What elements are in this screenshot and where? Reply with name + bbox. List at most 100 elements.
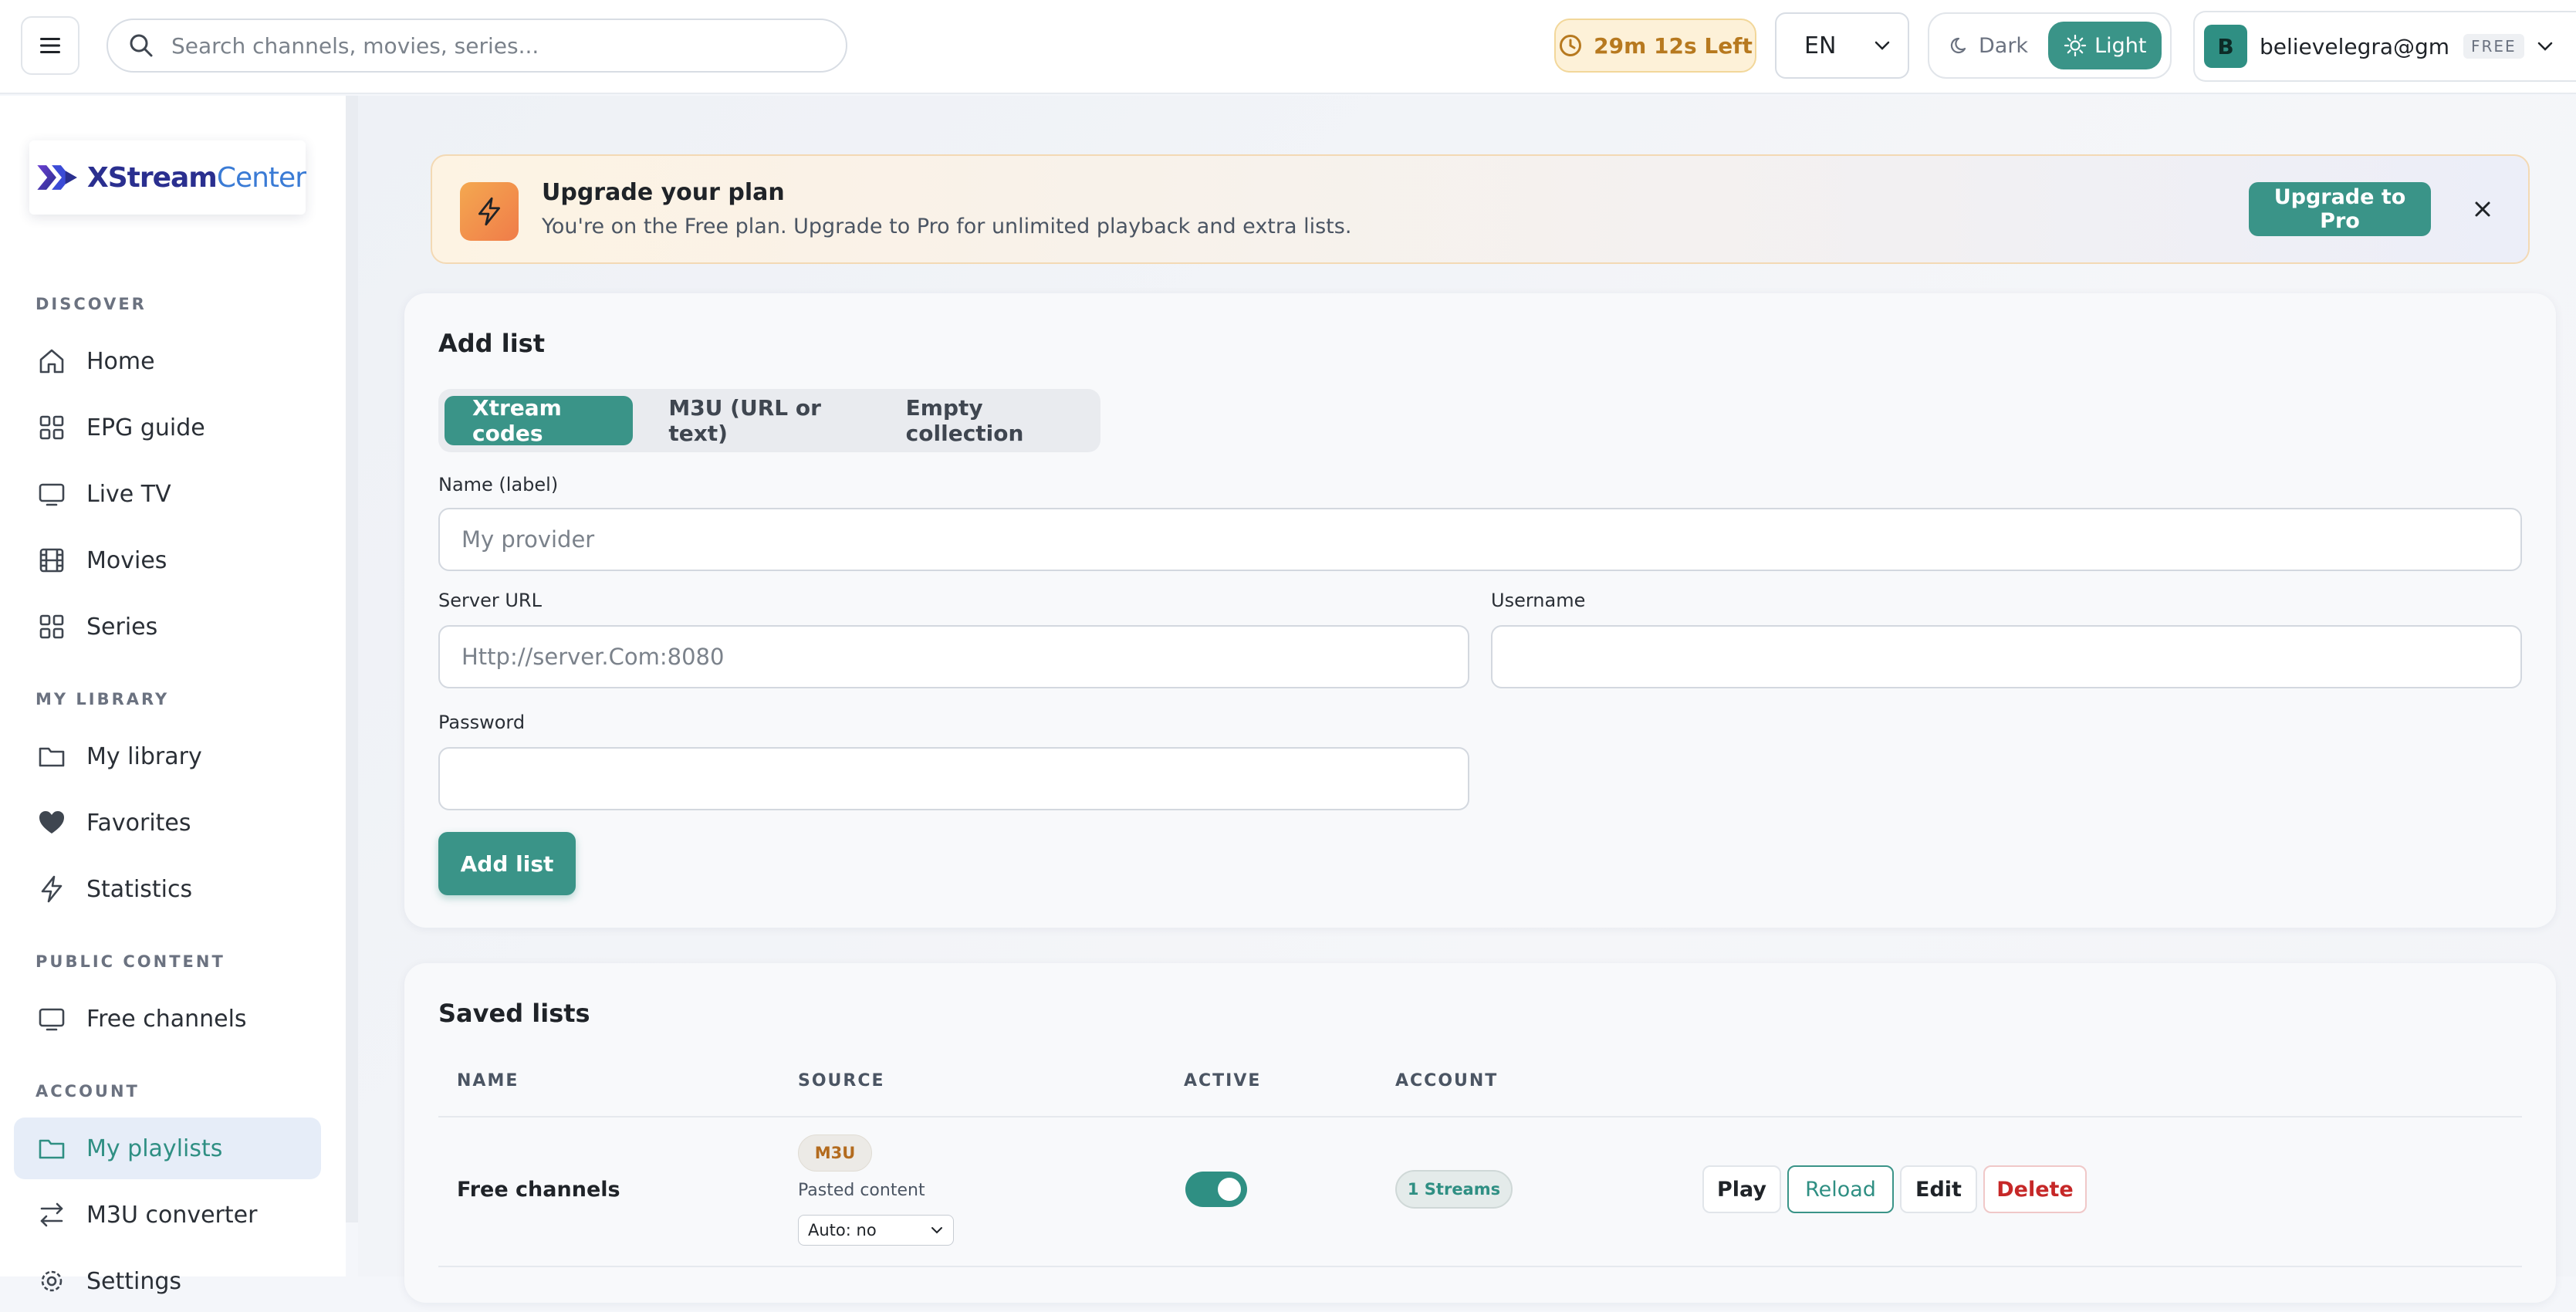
- reload-button[interactable]: Reload: [1787, 1165, 1894, 1213]
- sidebar-item-m3u-converter[interactable]: M3U converter: [14, 1184, 321, 1246]
- column-header-active: ACTIVE: [1184, 1071, 1262, 1091]
- chevron-down-icon: [2537, 42, 2552, 51]
- sidebar-item-label: EPG guide: [86, 414, 205, 441]
- source-type-tabs: Xtream codes M3U (URL or text) Empty col…: [438, 389, 1100, 452]
- sidebar-item-label: Statistics: [86, 875, 193, 903]
- add-list-title: Add list: [438, 329, 545, 358]
- logo-text: XStreamCenter: [87, 162, 306, 194]
- sidebar-item-live-tv[interactable]: Live TV: [14, 463, 321, 525]
- search-bar: [106, 19, 847, 73]
- banner-subtitle: You're on the Free plan. Upgrade to Pro …: [542, 215, 1352, 238]
- lightning-icon: [41, 875, 63, 903]
- folder-icon: [39, 747, 65, 767]
- sidebar-item-movies[interactable]: Movies: [14, 529, 321, 591]
- sidebar-item-epg-guide[interactable]: EPG guide: [14, 397, 321, 458]
- source-detail: Pasted content: [798, 1181, 925, 1200]
- streams-count-badge: 1 Streams: [1395, 1170, 1513, 1209]
- clock-icon: [1560, 35, 1582, 56]
- close-icon: [2475, 201, 2490, 217]
- top-bar: 29m 12s Left EN Dark Light: [0, 0, 2576, 94]
- server-url-field[interactable]: [438, 625, 1469, 688]
- avatar: B: [2204, 25, 2247, 68]
- username-field[interactable]: [1491, 625, 2522, 688]
- theme-light-button[interactable]: Light: [2048, 22, 2162, 69]
- tab-empty-collection[interactable]: Empty collection: [878, 395, 1094, 446]
- banner-close-button[interactable]: [2463, 190, 2502, 228]
- sidebar-item-label: Free channels: [86, 1005, 247, 1033]
- sidebar-item-my-library[interactable]: My library: [14, 725, 321, 787]
- logo-text-a: XStream: [86, 161, 218, 194]
- sidebar-item-label: Series: [86, 613, 158, 641]
- add-list-card: Add list Xtream codes M3U (URL or text) …: [404, 293, 2556, 928]
- lightning-icon: [478, 197, 500, 226]
- name-field[interactable]: [438, 508, 2522, 571]
- upgrade-to-pro-button[interactable]: Upgrade to Pro: [2249, 182, 2431, 236]
- section-title-account: ACCOUNT: [35, 1082, 140, 1101]
- section-title-my-library: MY LIBRARY: [35, 690, 170, 708]
- film-icon: [39, 548, 64, 573]
- saved-lists-card: Saved lists NAME SOURCE ACTIVE ACCOUNT F…: [404, 963, 2556, 1303]
- sidebar: XStreamCenter DISCOVER Home EPG guide Li…: [0, 96, 346, 1295]
- tab-m3u[interactable]: M3U (URL or text): [641, 395, 870, 446]
- swap-arrows-icon: [40, 1202, 63, 1227]
- folder-icon: [39, 1139, 65, 1159]
- name-label: Name (label): [438, 474, 559, 495]
- active-toggle[interactable]: [1185, 1172, 1247, 1207]
- language-value: EN: [1804, 32, 1837, 59]
- play-button[interactable]: Play: [1702, 1165, 1781, 1213]
- auto-refresh-value: Auto: no: [808, 1221, 877, 1239]
- saved-lists-title: Saved lists: [438, 999, 590, 1028]
- sidebar-item-label: Movies: [86, 546, 167, 574]
- theme-dark-label: Dark: [1979, 33, 2029, 58]
- password-field[interactable]: [438, 747, 1469, 810]
- tv-icon: [39, 1008, 65, 1031]
- sidebar-item-my-playlists[interactable]: My playlists: [14, 1118, 321, 1179]
- sidebar-item-label: My library: [86, 742, 202, 770]
- section-title-public-content: PUBLIC CONTENT: [35, 952, 225, 971]
- trial-timer-badge: 29m 12s Left: [1554, 19, 1756, 73]
- language-select[interactable]: EN: [1775, 12, 1909, 79]
- tv-icon: [39, 483, 65, 506]
- user-menu[interactable]: B believelegra@gm... FREE: [2193, 11, 2576, 82]
- sidebar-item-free-channels[interactable]: Free channels: [14, 988, 321, 1050]
- sidebar-item-label: Live TV: [86, 480, 171, 508]
- auto-refresh-select[interactable]: Auto: no: [798, 1215, 954, 1246]
- tab-xtream-codes[interactable]: Xtream codes: [445, 395, 634, 446]
- delete-button[interactable]: Delete: [1983, 1165, 2087, 1213]
- logo[interactable]: XStreamCenter: [29, 140, 306, 215]
- chevron-down-icon: [931, 1227, 942, 1234]
- server-url-label: Server URL: [438, 590, 542, 611]
- column-header-account: ACCOUNT: [1395, 1071, 1499, 1091]
- sidebar-scrollbar[interactable]: [346, 96, 358, 1222]
- theme-dark-button[interactable]: Dark: [1934, 22, 2044, 69]
- source-type-badge: M3U: [798, 1134, 872, 1172]
- sidebar-item-label: M3U converter: [86, 1201, 258, 1229]
- column-header-name: NAME: [457, 1071, 519, 1091]
- sidebar-item-statistics[interactable]: Statistics: [14, 858, 321, 920]
- gear-icon: [41, 1270, 63, 1292]
- user-email: believelegra@gm...: [2260, 33, 2451, 59]
- xstream-logo-icon: [37, 165, 77, 190]
- sidebar-item-series[interactable]: Series: [14, 596, 321, 658]
- hamburger-menu-button[interactable]: [21, 16, 79, 75]
- playlist-name: Free channels: [457, 1178, 620, 1202]
- section-title-discover: DISCOVER: [35, 295, 147, 313]
- sidebar-item-favorites[interactable]: Favorites: [14, 792, 321, 854]
- chevron-down-icon: [1875, 41, 1890, 50]
- logo-text-b: Center: [216, 161, 306, 194]
- username-label: Username: [1491, 590, 1586, 611]
- search-input[interactable]: [170, 32, 803, 59]
- sidebar-item-label: Home: [86, 347, 155, 375]
- column-header-source: SOURCE: [798, 1071, 885, 1091]
- sun-icon: [2064, 34, 2087, 57]
- sidebar-item-settings[interactable]: Settings: [14, 1250, 321, 1312]
- banner-title: Upgrade your plan: [542, 179, 785, 206]
- heart-icon: [39, 811, 64, 834]
- password-label: Password: [438, 712, 526, 733]
- plan-badge: FREE: [2463, 34, 2524, 59]
- add-list-button[interactable]: Add list: [438, 832, 576, 895]
- theme-light-label: Light: [2094, 33, 2147, 58]
- grid-icon: [39, 415, 64, 440]
- edit-button[interactable]: Edit: [1900, 1165, 1977, 1213]
- sidebar-item-home[interactable]: Home: [14, 330, 321, 392]
